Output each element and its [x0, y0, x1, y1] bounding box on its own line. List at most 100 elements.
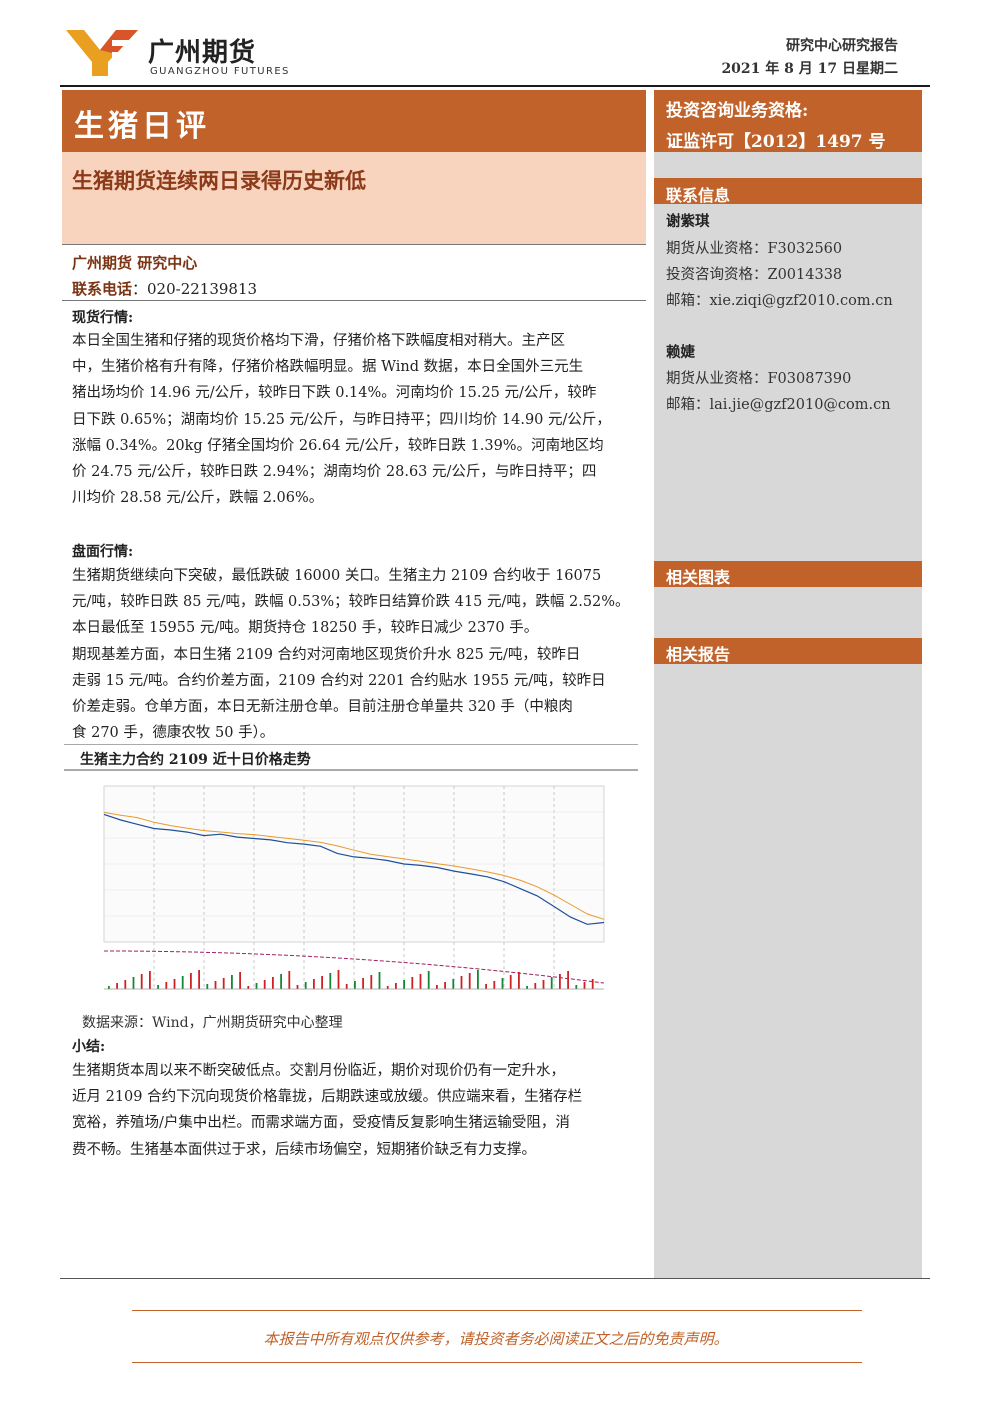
spot-line: 中，生猪价格有升有降，仔猪价格跌幅明显。据 Wind 数据，本日全国外三元生	[72, 359, 584, 376]
phone-label: 联系电话	[72, 280, 133, 298]
volume-bar	[427, 971, 430, 989]
volume-bar	[321, 976, 323, 989]
chart-title: 生猪主力合约 2109 近十日价格走势	[80, 752, 311, 768]
volume-bar	[452, 979, 455, 989]
spot-line: 涨幅 0.34%。20kg 仔猪全国均价 26.64 元/公斤，较昨日跌 1.3…	[72, 437, 604, 454]
report-title: 生猪日评	[74, 109, 210, 144]
volume-bar	[583, 982, 586, 989]
futures-line: 元/吨，较昨日跌 85 元/吨，跌幅 0.53%；较昨日结算价跌 415 元/吨…	[72, 594, 630, 611]
volume-bar	[526, 986, 528, 989]
volume-bar	[386, 986, 389, 989]
volume-bar	[575, 985, 578, 989]
analyst-advisory-cert: 投资咨询资格：Z0014338	[666, 267, 843, 283]
futures-heading: 盘面行情:	[72, 544, 134, 560]
volume-bar	[214, 981, 217, 989]
volume-bar	[255, 983, 258, 989]
volume-bar	[190, 973, 192, 989]
related-reports-heading: 相关报告	[666, 645, 731, 664]
brand-name-english: GUANGZHOU FUTURES	[150, 66, 290, 77]
spot-heading: 现货行情:	[72, 310, 134, 326]
futures-line: 本日最低至 15955 元/吨。期货持仓 18250 手，较昨日减少 2370 …	[72, 620, 539, 637]
volume-bar	[173, 979, 176, 989]
top-divider	[60, 85, 930, 87]
futures-line: 生猪期货继续向下突破，最低跌破 16000 关口。生猪主力 2109 合约收于 …	[72, 568, 602, 584]
volume-bar	[157, 985, 159, 989]
subtitle-divider	[62, 244, 646, 245]
volume-bar	[370, 975, 373, 989]
brand-name: 广州期货	[148, 38, 257, 68]
disclaimer-rule-top	[132, 1310, 862, 1311]
volume-bar	[222, 978, 225, 989]
futures-line: 食 270 手，德康农牧 50 手）。	[72, 725, 275, 742]
volume-bar	[378, 972, 381, 989]
qualification-license: 证监许可【2012】1497 号	[666, 132, 886, 152]
volume-bar	[313, 979, 315, 989]
bottom-divider	[60, 1278, 930, 1279]
volume-bar	[567, 971, 569, 989]
volume-bar	[354, 981, 356, 989]
volume-bar	[272, 977, 274, 989]
volume-bar	[509, 975, 512, 989]
summary-line: 宽裕，养殖场/户集中出栏。而需求端方面，受疫情反复影响生猪运输受阻，消	[72, 1115, 570, 1132]
volume-bar	[198, 970, 200, 989]
volume-bar	[444, 982, 446, 989]
summary-heading: 小结:	[72, 1039, 106, 1055]
report-type: 研究中心研究报告	[786, 38, 898, 54]
volume-bar	[132, 977, 135, 989]
summary-line: 近月 2109 合约下沉向现货价格靠拢，后期跌速或放缓。供应端来看，生猪存栏	[72, 1089, 583, 1106]
volume-bar	[411, 977, 414, 989]
volume-bar	[460, 976, 463, 989]
volume-bar	[263, 980, 266, 989]
volume-bar	[165, 982, 168, 989]
analyst-name: 谢紫琪	[666, 213, 710, 230]
analyst-futures-cert: 期货从业资格：F3032560	[666, 241, 843, 257]
volume-bar	[559, 974, 561, 989]
futures-paragraph: 生猪期货继续向下突破，最低跌破 16000 关口。生猪主力 2109 合约收于 …	[72, 563, 638, 746]
disclaimer: 本报告中所有观点仅供参考，请投资者务必阅读正文之后的免责声明。	[263, 1330, 729, 1348]
volume-bar	[501, 978, 504, 989]
company-logo-icon	[66, 30, 138, 76]
volume-bar	[304, 982, 307, 989]
volume-bar	[477, 970, 479, 989]
disclaimer-rule-bottom	[132, 1362, 862, 1363]
spot-line: 价 24.75 元/公斤，较昨日跌 2.94%；湖南均价 28.63 元/公斤，…	[72, 464, 597, 481]
summary-line: 费不畅。生猪基本面供过于求，后续市场偏空，短期猪价缺乏有力支撑。	[72, 1141, 536, 1158]
volume-bar	[550, 977, 553, 989]
volume-bar	[485, 984, 487, 989]
volume-bar	[288, 971, 291, 989]
volume-bar	[518, 972, 520, 989]
spot-line: 日下跌 0.65%；湖南均价 15.25 元/公斤，与昨日持平；四川均价 14.…	[72, 411, 611, 428]
volume-bar	[231, 975, 233, 989]
spot-line: 川均价 28.58 元/公斤，跌幅 2.06%。	[72, 490, 324, 507]
spot-paragraph: 本日全国生猪和仔猪的现货价格均下滑，仔猪价格下跌幅度相对稍大。主产区 中，生猪价…	[72, 328, 638, 511]
org-divider	[62, 300, 646, 301]
volume-bar	[181, 976, 184, 989]
volume-bar	[591, 979, 594, 989]
futures-line: 价差走弱。仓单方面，本日无新注册仓单。目前注册仓单量共 320 手（中粮肉	[72, 699, 573, 716]
futures-line: 走弱 15 元/吨。合约价差方面，2109 合约对 2201 合约贴水 1955…	[72, 672, 606, 689]
volume-bar	[362, 978, 364, 989]
qualification-title: 投资咨询业务资格:	[666, 101, 809, 121]
volume-bar	[337, 970, 340, 989]
related-charts-heading: 相关图表	[666, 568, 731, 587]
summary-line: 生猪期货本周以来不断突破低点。交割月份临近，期价对现价仍有一定升水，	[72, 1063, 565, 1079]
phone-number: ：020-22139813	[132, 280, 258, 298]
volume-bar	[247, 986, 250, 989]
spot-line: 猪出场均价 14.96 元/公斤，较昨日下跌 0.14%。河南均价 15.25 …	[72, 385, 597, 402]
contact-heading: 联系信息	[666, 186, 731, 205]
volume-bar	[493, 981, 496, 989]
volume-bar	[140, 974, 143, 989]
volume-bar	[149, 971, 151, 989]
analyst-email: 邮箱：lai.jie@gzf2010@com.cn	[666, 397, 891, 413]
volume-bar	[239, 972, 241, 989]
volume-bar	[345, 984, 348, 989]
contact-phone: 联系电话：020-22139813	[72, 278, 257, 299]
volume-bar	[296, 985, 299, 989]
analyst-email: 邮箱：xie.ziqi@gzf2010.com.cn	[666, 293, 893, 309]
futures-line: 期现基差方面，本日生猪 2109 合约对河南地区现货价升水 825 元/吨，较昨…	[72, 646, 581, 663]
volume-bar	[206, 984, 209, 989]
volume-bar	[395, 983, 397, 989]
summary-paragraph: 生猪期货本周以来不断突破低点。交割月份临近，期价对现价仍有一定升水， 近月 21…	[72, 1058, 638, 1163]
report-subtitle: 生猪期货连续两日录得历史新低	[72, 168, 366, 193]
price-trend-chart	[64, 744, 638, 1006]
